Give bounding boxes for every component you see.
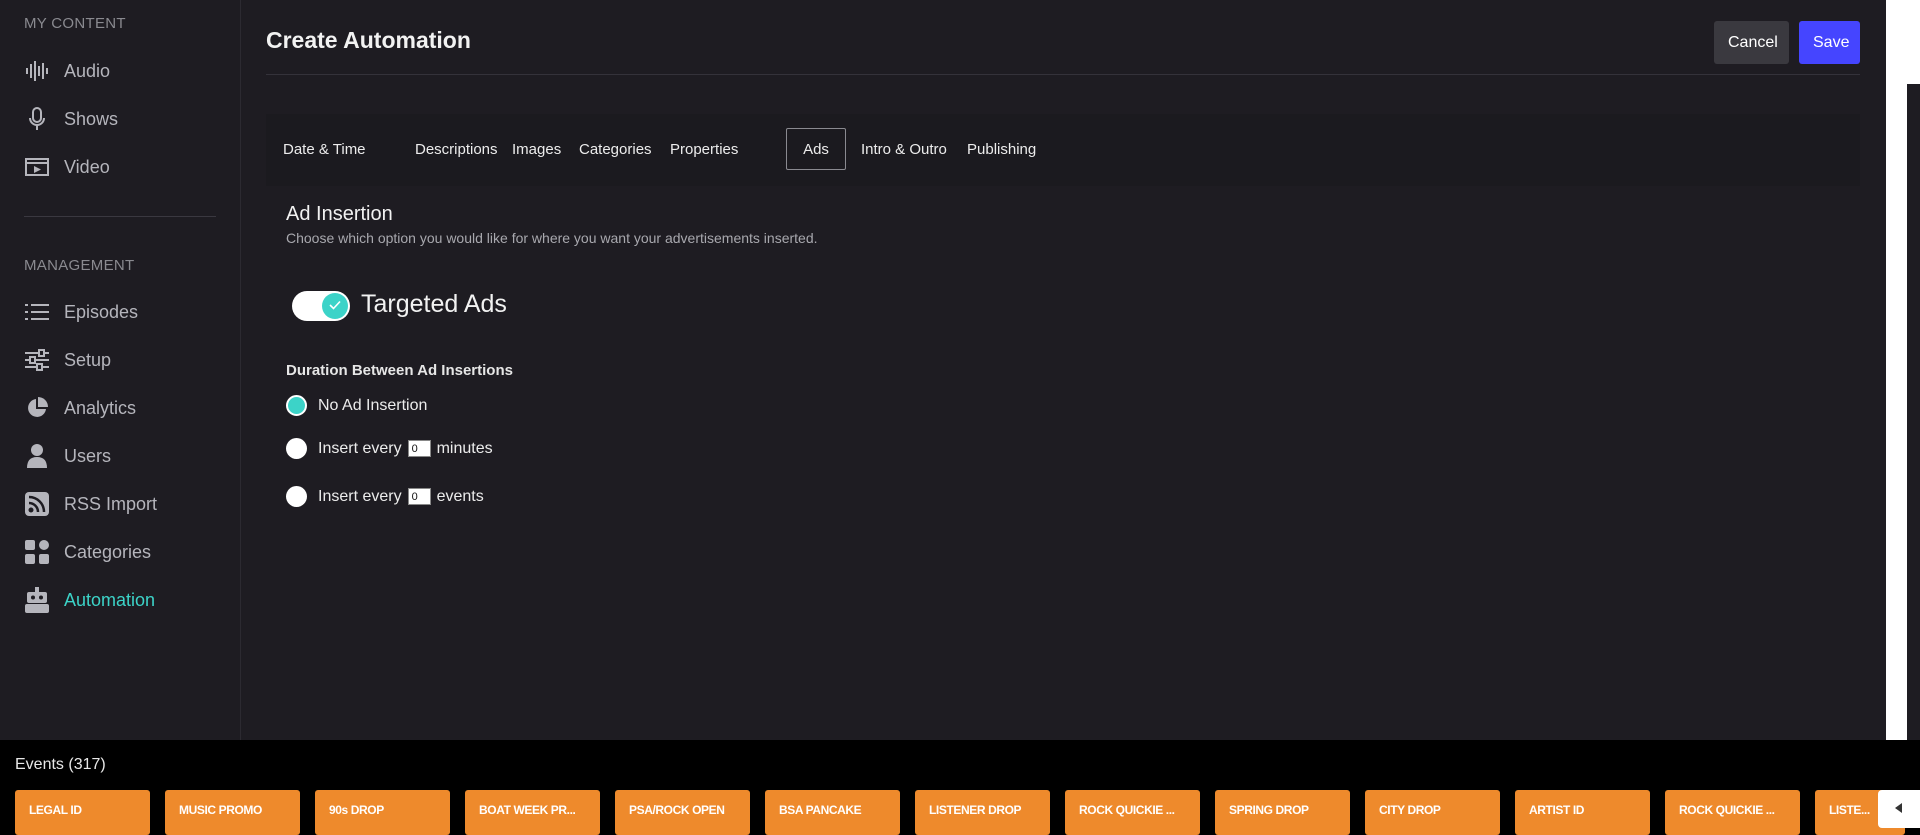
tab-descriptions[interactable]: Descriptions [401,128,512,170]
sidebar-item-video[interactable]: Video [24,152,110,182]
insert-minutes-radio[interactable] [286,438,307,459]
my-content-label: MY CONTENT [24,15,126,32]
tab-publishing[interactable]: Publishing [953,128,1050,170]
event-card[interactable]: MUSIC PROMO [165,790,300,835]
tab-categories[interactable]: Categories [565,128,666,170]
tab-properties[interactable]: Properties [656,128,752,170]
toggle-knob [322,293,348,319]
event-card-name: LISTE... [1829,803,1870,817]
sidebar-item-setup[interactable]: Setup [24,345,111,375]
tab-date-time[interactable]: Date & Time [269,128,380,170]
header-divider [266,74,1860,75]
event-card[interactable]: BSA PANCAKE [765,790,900,835]
sidebar-item-label: Video [64,156,110,177]
ad-insertion-description: Choose which option you would like for w… [286,230,818,246]
tab-images[interactable]: Images [498,128,575,170]
save-button[interactable]: Save [1799,21,1860,64]
sidebar-item-label: Categories [64,541,152,562]
event-card-name: 90s DROP [329,803,384,817]
sidebar-divider [24,216,216,217]
grid-icon [24,539,50,565]
scrollbar-thumb[interactable] [1907,84,1920,744]
sidebar-item-label: Analytics [64,397,137,418]
targeted-ads-toggle[interactable] [292,291,350,321]
event-card-name: LISTENER DROP [929,803,1022,817]
event-card[interactable]: LEGAL ID [15,790,150,835]
sidebar-item-episodes[interactable]: Episodes [24,297,138,327]
sidebar: MY CONTENT Audio Shows Video MANAGEMENT … [0,0,241,740]
event-card[interactable]: LISTENER DROP [915,790,1050,835]
management-label: MANAGEMENT [24,257,135,274]
microphone-icon [24,106,50,132]
event-card-name: CITY DROP [1379,803,1441,817]
sidebar-item-label: RSS Import [64,493,158,514]
option-no-ad-insertion: No Ad Insertion [286,395,427,416]
event-card-name: MUSIC PROMO [179,803,262,817]
no-ad-insertion-radio[interactable] [286,395,307,416]
event-card-name: ROCK QUICKIE ... [1679,803,1775,817]
ad-insertion-title: Ad Insertion [286,203,393,225]
events-panel: Events (317) LEGAL ID MUSIC PROMO 90s DR… [0,740,1920,835]
event-card-name: LEGAL ID [29,803,82,817]
sidebar-item-shows[interactable]: Shows [24,104,118,134]
sliders-icon [24,347,50,373]
pie-chart-icon [24,395,50,421]
insert-every-label: Insert every [318,487,402,505]
sidebar-item-label: Users [64,445,112,466]
event-card[interactable]: 90s DROP [315,790,450,835]
minutes-input[interactable] [407,440,431,457]
sidebar-item-rss-import[interactable]: RSS Import [24,489,157,519]
robot-icon [24,587,50,613]
sidebar-item-label: Shows [64,108,119,129]
sidebar-item-automation[interactable]: Automation [24,585,155,615]
insert-events-radio[interactable] [286,486,307,507]
option-insert-every-events: Insert every events [286,486,484,507]
sidebar-item-audio[interactable]: Audio [24,56,110,86]
cancel-button[interactable]: Cancel [1714,21,1789,64]
event-card-name: ARTIST ID [1529,803,1585,817]
sidebar-item-categories[interactable]: Categories [24,537,151,567]
video-icon [24,154,50,180]
event-card-name: BOAT WEEK PR... [479,803,576,817]
minutes-unit-label: minutes [436,439,493,457]
collapse-events-button[interactable] [1878,790,1920,828]
duration-label: Duration Between Ad Insertions [286,362,513,379]
event-card[interactable]: ARTIST ID [1515,790,1650,835]
events-title: Events (317) [15,756,106,773]
sidebar-item-label: Audio [64,60,111,81]
sidebar-item-label: Episodes [64,301,139,322]
page-title: Create Automation [266,27,471,53]
main-content: Create Automation Cancel Save Date & Tim… [241,0,1886,740]
event-card[interactable]: CITY DROP [1365,790,1500,835]
list-icon [24,299,50,325]
user-icon [24,443,50,469]
event-card[interactable]: ROCK QUICKIE ... [1065,790,1200,835]
tab-ads[interactable]: Ads [786,128,846,170]
events-input[interactable] [407,488,431,505]
event-card[interactable]: SPRING DROP [1215,790,1350,835]
tab-bar: Date & Time Descriptions Images Categori… [266,114,1860,186]
targeted-ads-label: Targeted Ads [361,290,507,318]
sidebar-item-label: Automation [64,589,156,610]
waveform-icon [24,58,50,84]
chevron-left-icon [1895,800,1903,818]
tab-intro-outro[interactable]: Intro & Outro [847,128,961,170]
check-icon [329,297,341,315]
event-card-name: BSA PANCAKE [779,803,862,817]
event-card-name: SPRING DROP [1229,803,1309,817]
insert-every-label: Insert every [318,439,402,457]
sidebar-item-users[interactable]: Users [24,441,111,471]
event-card[interactable]: BOAT WEEK PR... [465,790,600,835]
sidebar-item-label: Setup [64,349,112,370]
event-card[interactable]: PSA/ROCK OPEN [615,790,750,835]
rss-icon [24,491,50,517]
event-card[interactable]: ROCK QUICKIE ... [1665,790,1800,835]
option-insert-every-minutes: Insert every minutes [286,438,493,459]
event-card-name: PSA/ROCK OPEN [629,803,725,817]
event-card-name: ROCK QUICKIE ... [1079,803,1175,817]
sidebar-item-analytics[interactable]: Analytics [24,393,136,423]
no-ad-insertion-label: No Ad Insertion [318,396,428,414]
events-unit-label: events [436,487,484,505]
